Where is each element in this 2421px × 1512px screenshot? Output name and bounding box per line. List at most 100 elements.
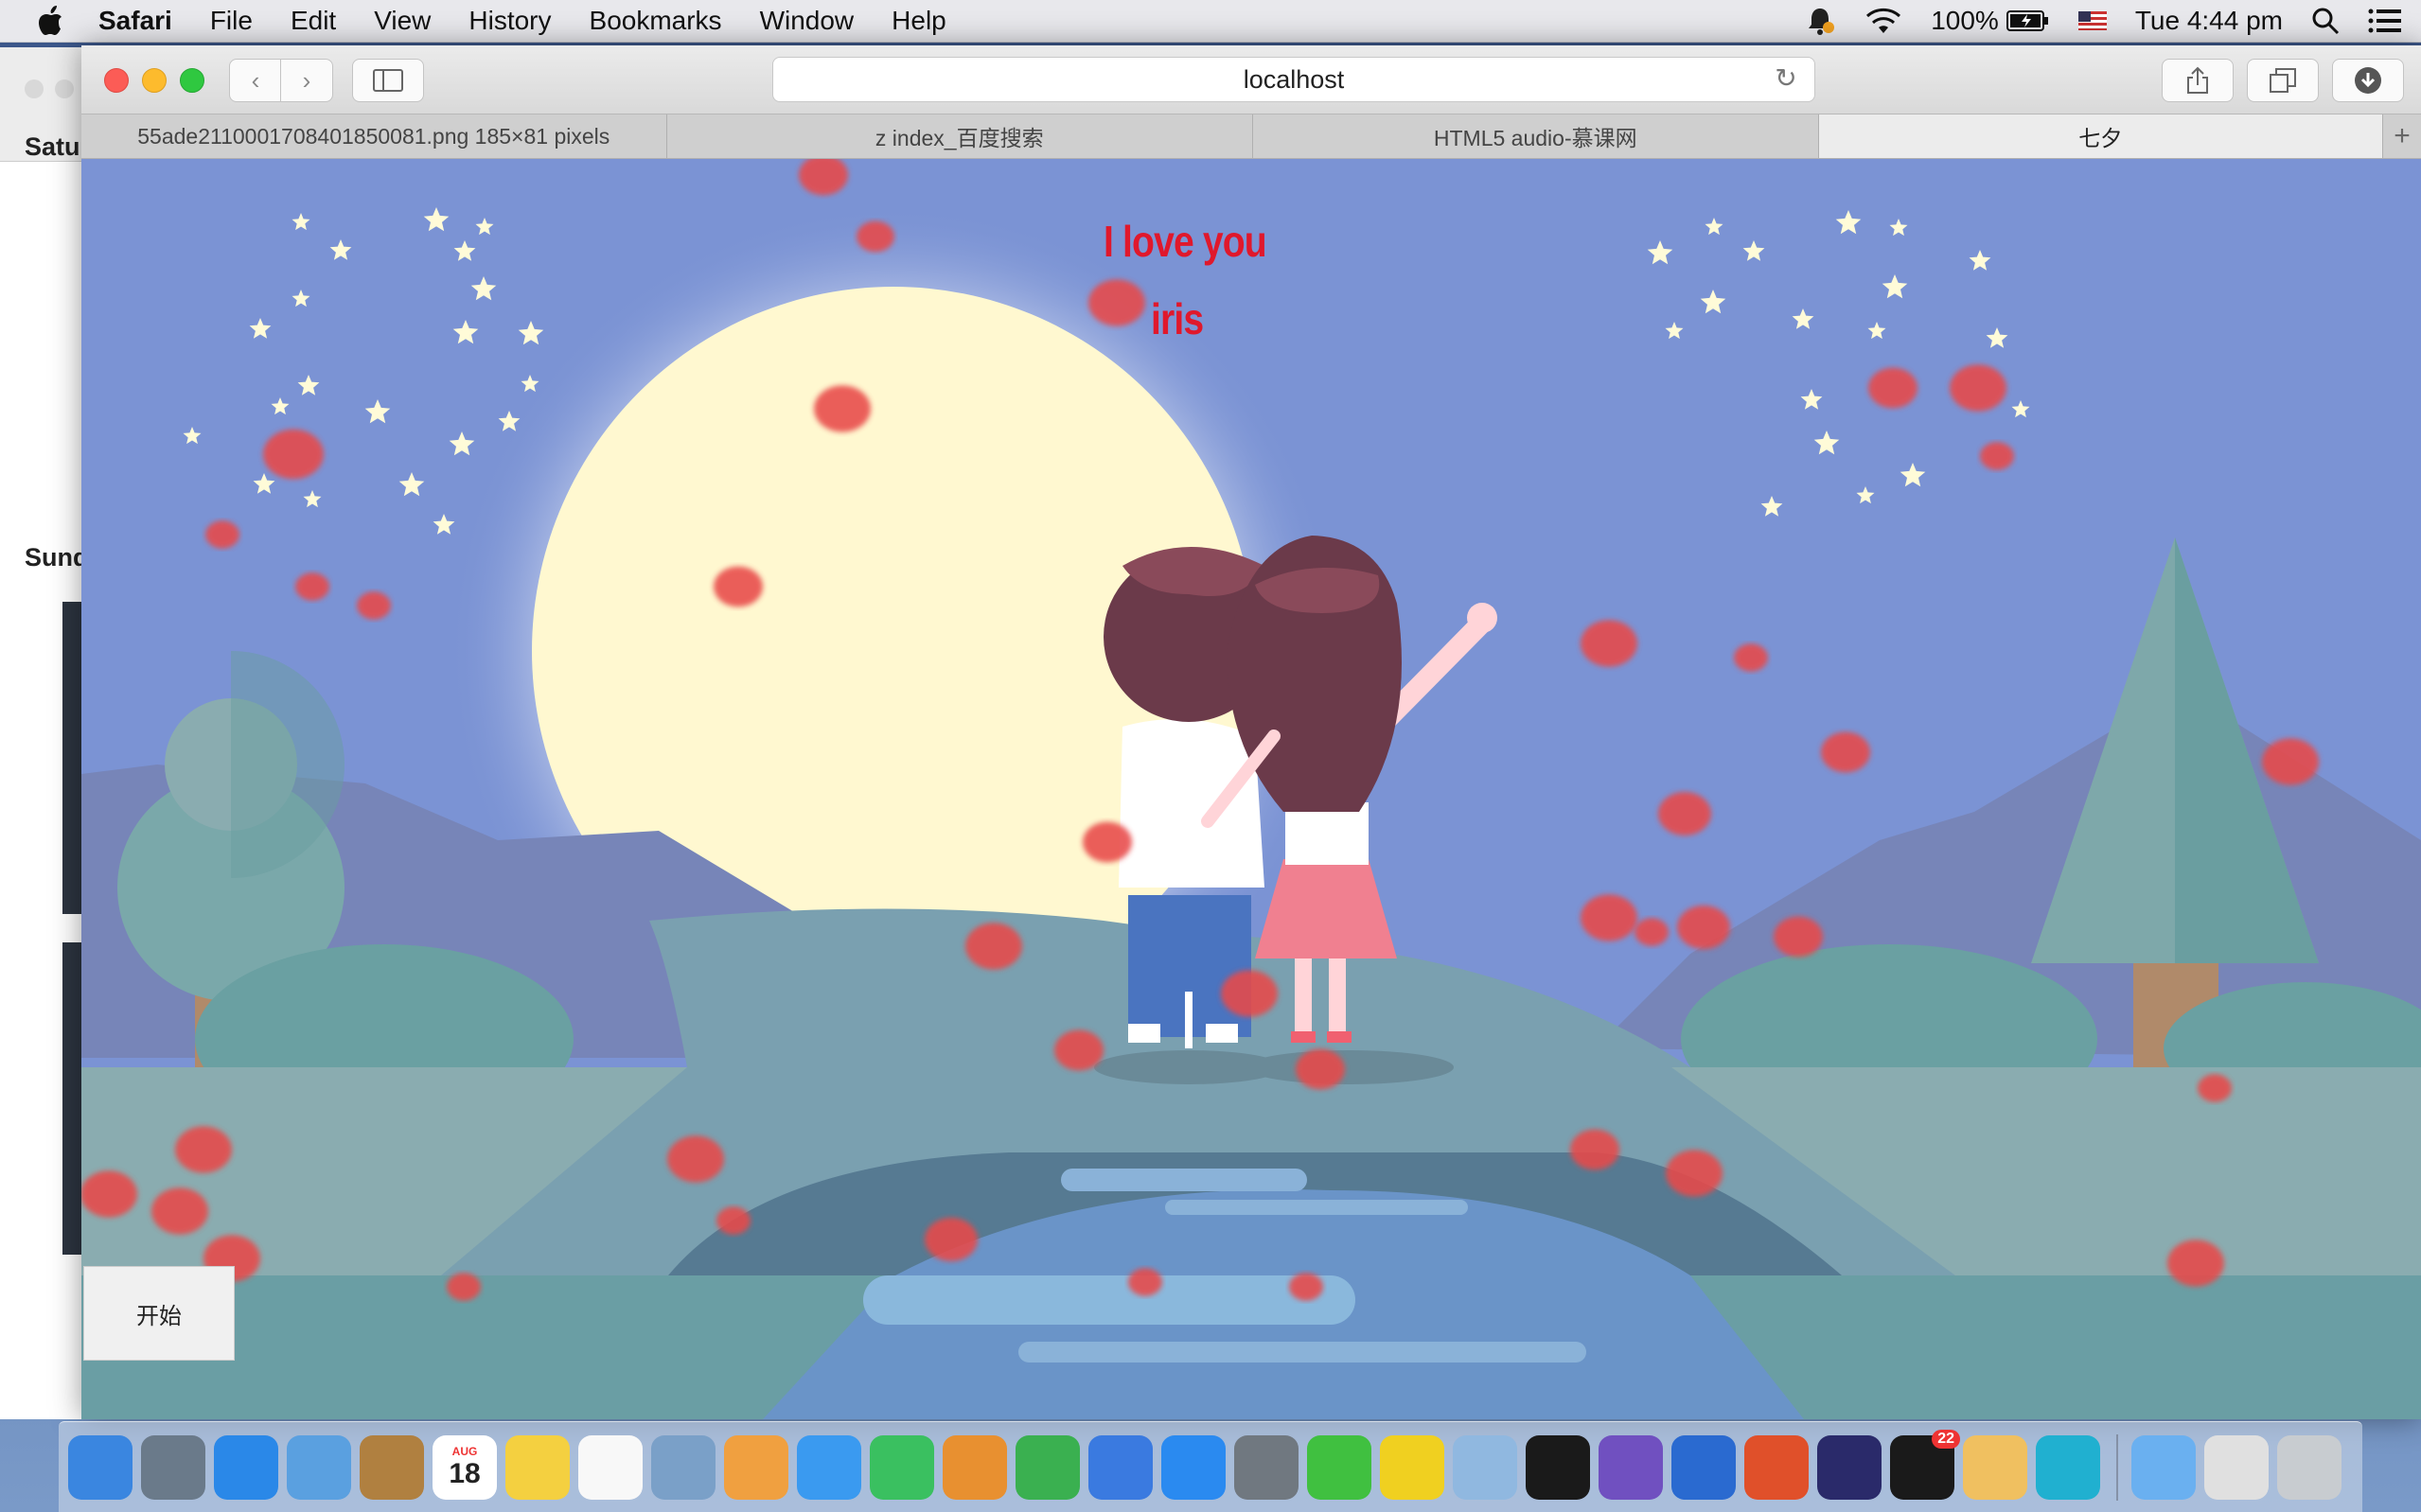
petal — [1083, 821, 1132, 863]
notes-icon[interactable] — [505, 1434, 570, 1500]
finder-icon[interactable] — [68, 1434, 133, 1500]
scissors-app-icon[interactable] — [1963, 1434, 2027, 1500]
photos-icon[interactable] — [724, 1434, 788, 1500]
petal — [1570, 1129, 1619, 1170]
reminders-icon[interactable] — [578, 1434, 643, 1500]
folder-icon[interactable] — [2131, 1434, 2196, 1500]
petal — [1734, 643, 1768, 672]
petal — [857, 220, 894, 253]
petal — [1289, 1273, 1323, 1301]
river-ripple — [1018, 1342, 1586, 1363]
eclipse-icon[interactable] — [1817, 1434, 1882, 1500]
start-button[interactable]: 开始 — [83, 1266, 235, 1361]
share-button[interactable] — [2162, 59, 2234, 102]
wechat-icon[interactable] — [1307, 1434, 1371, 1500]
numbers-icon[interactable] — [1016, 1434, 1080, 1500]
spotlight-icon[interactable] — [2311, 7, 2340, 35]
petal — [295, 572, 329, 601]
boy-shirt — [1119, 719, 1264, 888]
launchpad-icon[interactable] — [141, 1434, 205, 1500]
petal — [1296, 1048, 1345, 1090]
preview-2-icon[interactable] — [1453, 1434, 1517, 1500]
downloads-button[interactable] — [2332, 59, 2404, 102]
menu-view[interactable]: View — [374, 6, 431, 36]
forward-button[interactable]: › — [280, 59, 333, 102]
system-preferences-icon[interactable] — [1234, 1434, 1299, 1500]
tab-html5-audio[interactable]: HTML5 audio-慕课网 — [1253, 114, 1819, 158]
dock-separator — [2116, 1433, 2118, 1501]
petal — [2167, 1239, 2224, 1287]
menu-history[interactable]: History — [468, 6, 551, 36]
safari-icon[interactable] — [214, 1434, 278, 1500]
petal — [814, 385, 871, 432]
petal — [716, 1206, 751, 1235]
word-icon[interactable] — [1671, 1434, 1736, 1500]
list-icon[interactable] — [2368, 8, 2402, 34]
terminal-icon[interactable] — [1526, 1434, 1590, 1500]
mail-icon[interactable] — [287, 1434, 351, 1500]
river-ripple — [1165, 1200, 1468, 1215]
address-bar[interactable]: localhost ↻ — [772, 57, 1815, 102]
petal — [205, 520, 239, 549]
flag-us-icon[interactable] — [2077, 11, 2107, 30]
petal — [1221, 970, 1278, 1017]
petal — [1581, 620, 1637, 667]
tab-image[interactable]: 55ade2110001708401850081.png 185×81 pixe… — [81, 114, 667, 158]
tabs-icon — [2270, 68, 2296, 93]
webstorm-icon[interactable] — [2036, 1434, 2100, 1500]
battery-icon[interactable] — [2006, 9, 2050, 32]
folder-2-icon[interactable] — [2204, 1434, 2269, 1500]
minimize-button[interactable] — [142, 68, 167, 93]
petal — [1821, 731, 1870, 773]
notification-icon[interactable] — [1804, 5, 1836, 37]
menu-bookmarks[interactable]: Bookmarks — [590, 6, 722, 36]
tab-qixi[interactable]: 七夕 — [1818, 114, 2384, 158]
menu-app-name[interactable]: Safari — [98, 6, 172, 36]
preview-icon[interactable] — [651, 1434, 716, 1500]
petal — [925, 1218, 978, 1261]
clock[interactable]: Tue 4:44 pm — [2135, 6, 2283, 36]
menu-file[interactable]: File — [210, 6, 253, 36]
dash-icon[interactable] — [1599, 1434, 1663, 1500]
battery-percent[interactable]: 100% — [1931, 6, 1999, 36]
close-button[interactable] — [104, 68, 129, 93]
trash-icon[interactable] — [2277, 1434, 2341, 1500]
contacts-icon[interactable] — [360, 1434, 424, 1500]
petal — [1677, 905, 1730, 949]
menu-window[interactable]: Window — [760, 6, 855, 36]
app-store-icon[interactable] — [1161, 1434, 1226, 1500]
wifi-icon[interactable] — [1864, 7, 1902, 35]
tabs-overview-button[interactable] — [2247, 59, 2319, 102]
petal — [965, 923, 1022, 970]
menu-help[interactable]: Help — [892, 6, 946, 36]
menubar: Safari File Edit View History Bookmarks … — [0, 0, 2421, 43]
safari-window: ‹ › localhost ↻ 55ade2110001708401850081… — [81, 45, 2421, 1419]
headline-name: iris — [1151, 294, 1204, 343]
petal — [263, 429, 324, 480]
new-tab-button[interactable]: + — [2383, 114, 2421, 158]
sidebar-button[interactable] — [352, 59, 424, 102]
zoom-button[interactable] — [180, 68, 204, 93]
calendar-icon[interactable]: AUG 18 — [433, 1434, 497, 1500]
petal — [1658, 792, 1711, 835]
back-button[interactable]: ‹ — [229, 59, 282, 102]
sidebar-icon — [373, 69, 403, 92]
dock: AUG 18 22 — [59, 1421, 2362, 1512]
petal — [81, 1170, 137, 1218]
petal — [667, 1135, 724, 1183]
reload-icon[interactable]: ↻ — [1771, 63, 1801, 94]
facetime-icon[interactable] — [870, 1434, 934, 1500]
qq-icon[interactable]: 22 — [1890, 1429, 1960, 1500]
pages-icon[interactable] — [943, 1434, 1007, 1500]
petal — [1950, 364, 2006, 412]
qq-music-icon[interactable] — [1380, 1434, 1444, 1500]
messages-icon[interactable] — [797, 1434, 861, 1500]
apple-icon[interactable] — [36, 5, 64, 37]
petal — [447, 1273, 481, 1301]
petal — [151, 1187, 208, 1235]
menu-edit[interactable]: Edit — [291, 6, 336, 36]
keynote-icon[interactable] — [1088, 1434, 1153, 1500]
tab-baidu-search[interactable]: z index_百度搜索 — [666, 114, 1253, 158]
chevron-right-icon: › — [302, 65, 311, 95]
powerpoint-icon[interactable] — [1744, 1434, 1809, 1500]
